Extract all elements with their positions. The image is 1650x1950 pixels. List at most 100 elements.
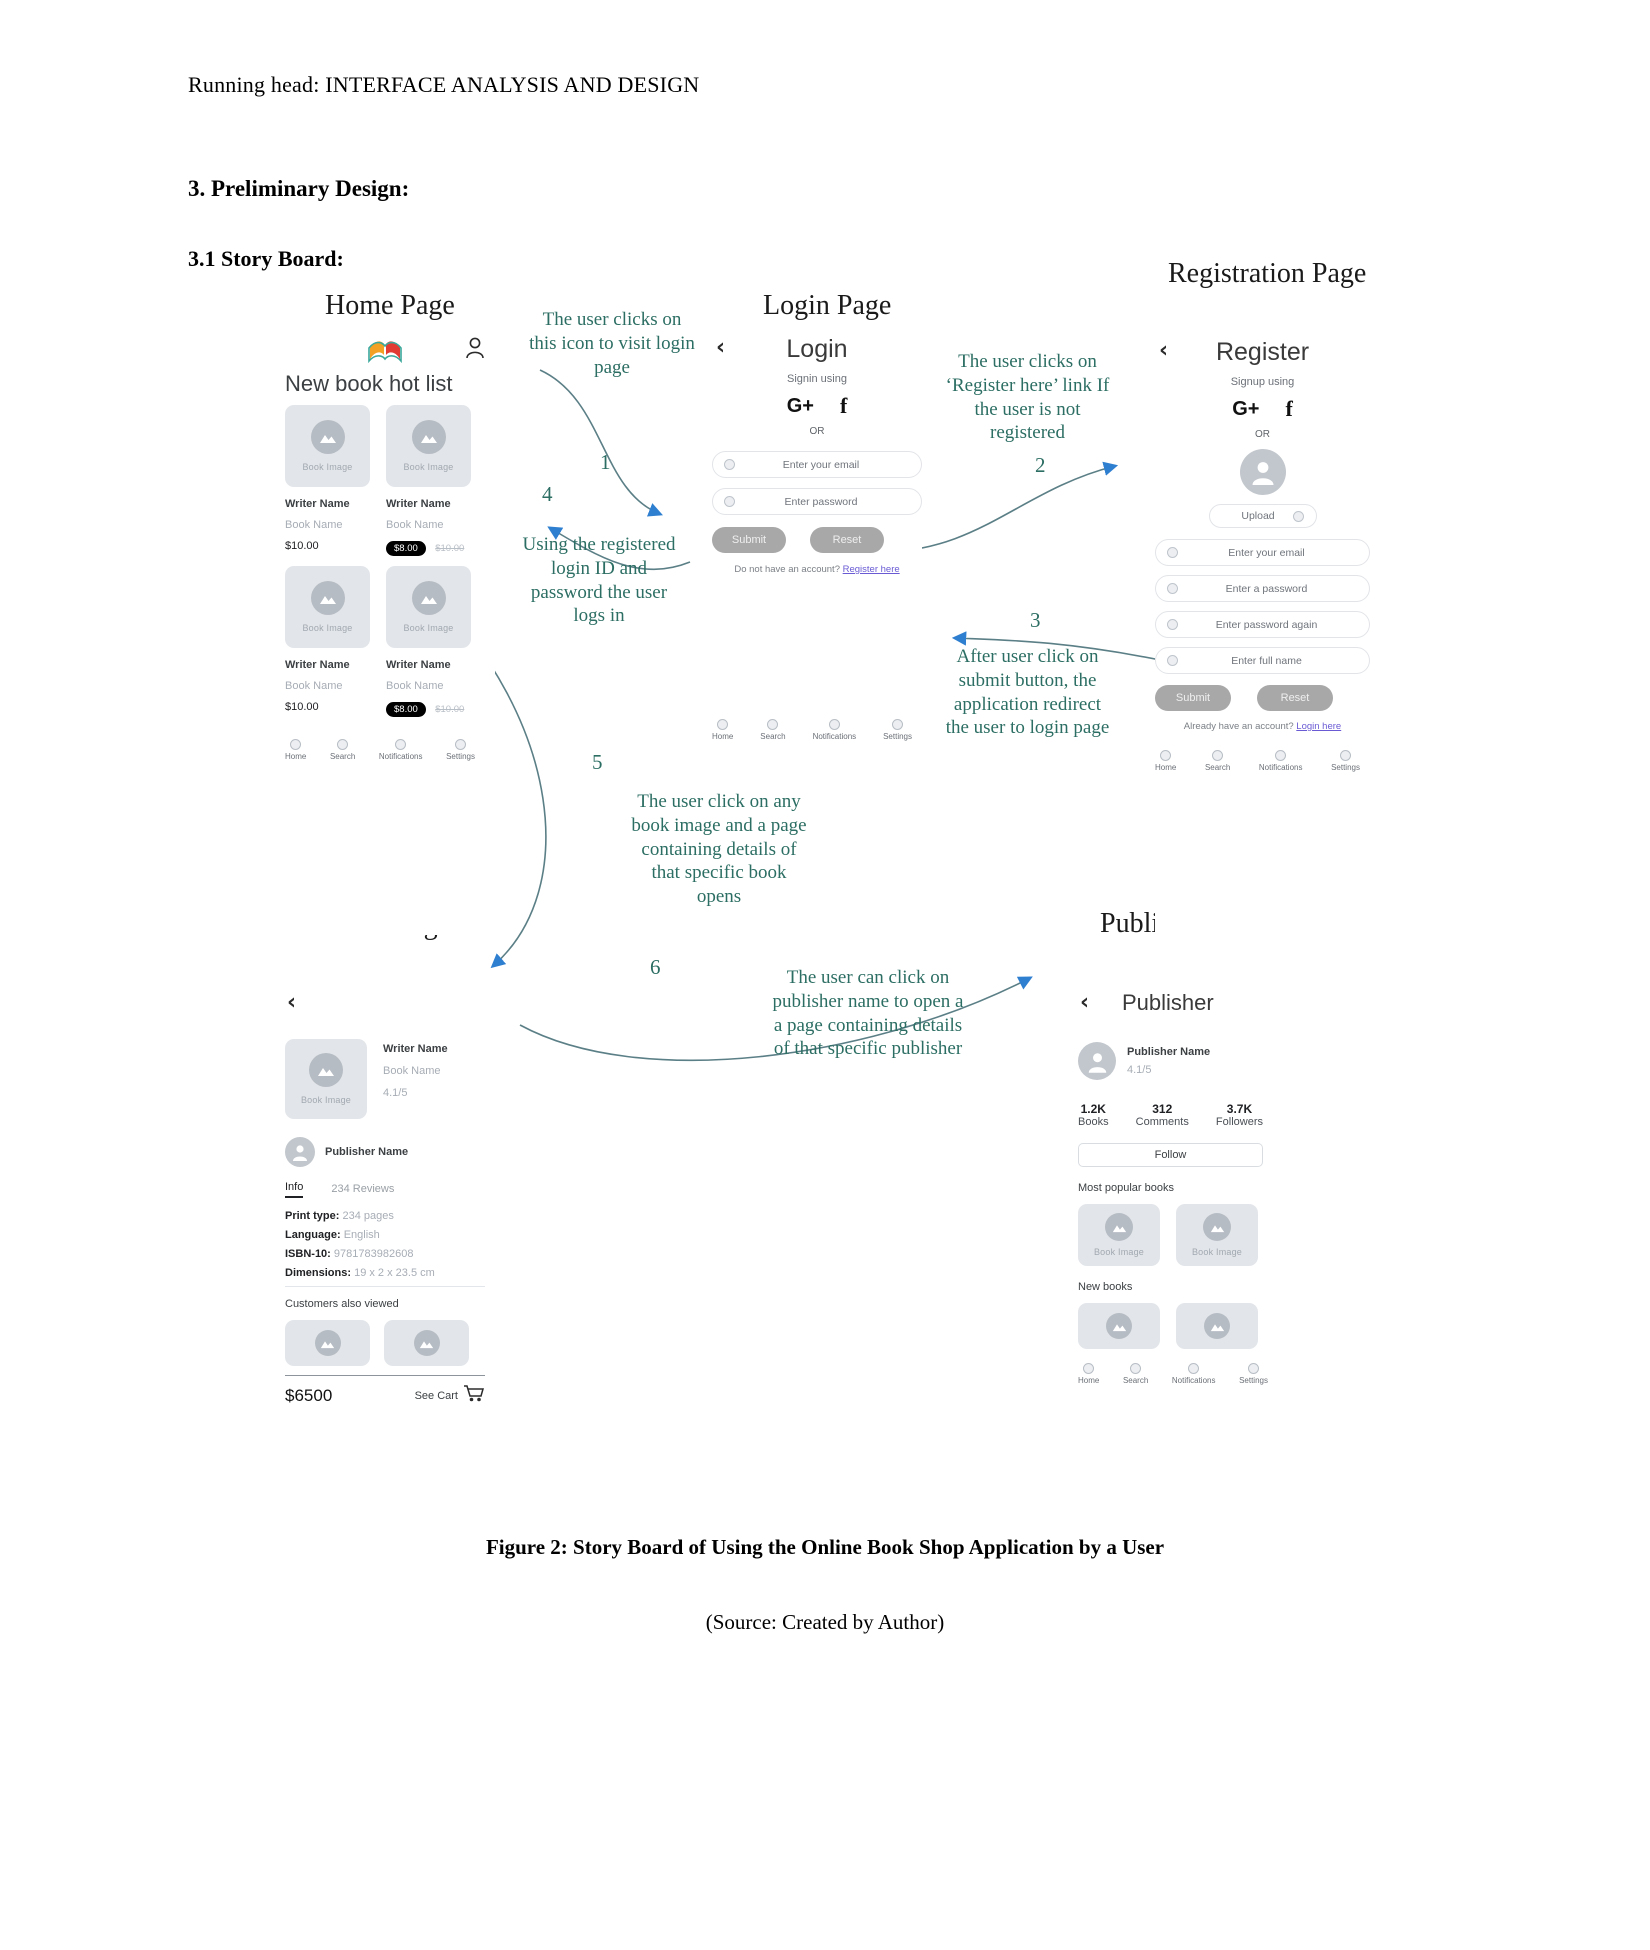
publisher-row[interactable]: Publisher Name [285,1137,485,1167]
google-plus-icon[interactable]: G+ [787,395,814,418]
panel-title-registration: Registration Page [1168,258,1367,289]
book-image-caption: Book Image [300,1095,352,1105]
original-price: $10.00 [435,704,465,715]
shopping-cart-icon [463,1384,485,1407]
nav-label: Search [1204,763,1231,772]
nav-item-settings[interactable]: Settings [1331,750,1360,772]
divider [285,1286,485,1287]
nav-item-settings[interactable]: Settings [446,739,475,761]
submit-button[interactable]: Submit [712,527,786,553]
submit-button[interactable]: Submit [1155,685,1231,711]
book-name: Book Name [285,680,343,692]
also-viewed-label: Customers also viewed [285,1298,399,1310]
related-book-thumbnail[interactable] [384,1320,469,1366]
facebook-icon[interactable]: f [1285,396,1292,422]
nav-item-notifications[interactable]: Notifications [1171,1363,1216,1385]
info-print-type: Print type: 234 pages [285,1210,485,1222]
tab-reviews[interactable]: 234 Reviews [331,1183,394,1198]
upload-button[interactable]: Upload [1208,504,1317,528]
login-title: Login [786,335,848,363]
annotation-2-text: The user clicks on ‘Register here’ link … [945,351,1110,444]
password-field[interactable]: Enter password [712,488,922,515]
info-label: Dimensions: [285,1267,352,1279]
reset-button[interactable]: Reset [810,527,884,553]
nav-item-search[interactable]: Search [1205,750,1230,772]
book-thumbnail[interactable]: Book Image [285,405,370,487]
nav-item-notifications[interactable]: Notifications [813,719,856,741]
info-language: Language: English [285,1229,485,1241]
popular-book-thumbnail[interactable]: Book Image [1176,1204,1258,1266]
signup-using-label: Signup using [1230,376,1295,388]
upload-label: Upload [1241,510,1275,522]
book-thumbnail[interactable]: Book Image [386,566,471,648]
image-placeholder-icon [411,420,446,454]
reset-button[interactable]: Reset [1257,685,1333,711]
chevron-left-icon[interactable]: ‹ [1080,990,1089,1015]
email-field[interactable]: Enter your email [1155,539,1370,566]
new-book-thumbnail[interactable] [1176,1303,1258,1349]
info-label: ISBN-10: [285,1248,331,1260]
source-caption: (Source: Created by Author) [705,1610,945,1634]
book-name: Book Name [285,519,343,531]
info-value: 9781783982608 [333,1248,414,1260]
total-price: $6500 [285,1385,333,1405]
info-value: English [343,1229,380,1241]
nav-item-settings[interactable]: Settings [1239,1363,1268,1385]
nav-item-settings[interactable]: Settings [883,719,912,741]
upload-icon [1292,510,1304,522]
person-avatar-icon [1239,449,1286,495]
nav-item-home[interactable]: Home [285,739,306,761]
publisher-name[interactable]: Publisher Name [325,1146,408,1158]
info-dimensions: Dimensions: 19 x 2 x 23.5 cm [285,1267,485,1279]
popular-book-thumbnail[interactable]: Book Image [1078,1204,1160,1266]
google-plus-icon[interactable]: G+ [1232,398,1259,421]
register-here-link[interactable]: Register here [843,564,900,575]
image-placeholder-icon [413,1330,440,1356]
search-icon [767,719,779,730]
nav-label: Notifications [1171,1376,1216,1385]
info-isbn: ISBN-10: 9781783982608 [285,1248,485,1260]
nav-item-search[interactable]: Search [1123,1363,1148,1385]
nav-label: Search [329,752,356,761]
new-book-thumbnail[interactable] [1078,1303,1160,1349]
image-placeholder-icon [1203,1213,1231,1241]
follow-button[interactable]: Follow [1078,1143,1263,1167]
divider [285,1375,485,1376]
tab-info[interactable]: Info [285,1181,304,1198]
email-field[interactable]: Enter your email [712,451,922,478]
gear-icon [1340,750,1352,761]
section-heading: 3. Preliminary Design: [188,176,410,201]
facebook-icon[interactable]: f [840,393,847,419]
chevron-left-icon[interactable]: ‹ [287,990,485,1015]
book-thumbnail[interactable]: Book Image [386,405,471,487]
annotation-6-number: 6 [650,955,661,979]
password-field[interactable]: Enter a password [1155,575,1370,602]
book-thumbnail[interactable]: Book Image [285,566,370,648]
fullname-field[interactable]: Enter full name [1155,647,1370,674]
most-popular-label: Most popular books [1078,1182,1174,1194]
related-book-thumbnail[interactable] [285,1320,370,1366]
nav-item-search[interactable]: Search [760,719,786,741]
person-icon[interactable] [465,337,485,364]
bottom-navigation: Home Search Notifications Settings [1078,1363,1268,1385]
nav-item-home[interactable]: Home [1078,1363,1099,1385]
book-cover-thumbnail[interactable]: Book Image [285,1039,367,1119]
login-here-link[interactable]: Login here [1296,721,1341,732]
annotation-1-text: The user clicks on this icon to visit lo… [529,309,695,378]
nav-item-notifications[interactable]: Notifications [379,739,422,761]
nav-label: Search [1122,1376,1149,1385]
nav-item-search[interactable]: Search [330,739,355,761]
annotation-5-text: The user click on any book image and a p… [631,791,807,907]
document-page: Running head: INTERFACE ANALYSIS AND DES… [0,0,1650,1950]
nav-item-notifications[interactable]: Notifications [1259,750,1302,772]
confirm-password-field[interactable]: Enter password again [1155,611,1370,638]
figure-caption: Figure 2: Story Board of Using the Onlin… [485,1535,1165,1559]
storyboard-figure: Home Page Login Page Registration Page B… [0,258,1650,1510]
bell-icon [828,719,840,730]
see-cart-button[interactable]: See Cart [415,1384,485,1407]
nav-item-home[interactable]: Home [1155,750,1176,772]
nav-label: Home [285,752,307,761]
or-divider-label: OR [809,426,825,437]
nav-item-home[interactable]: Home [712,719,733,741]
have-account-text: Already have an account? [1183,721,1294,732]
